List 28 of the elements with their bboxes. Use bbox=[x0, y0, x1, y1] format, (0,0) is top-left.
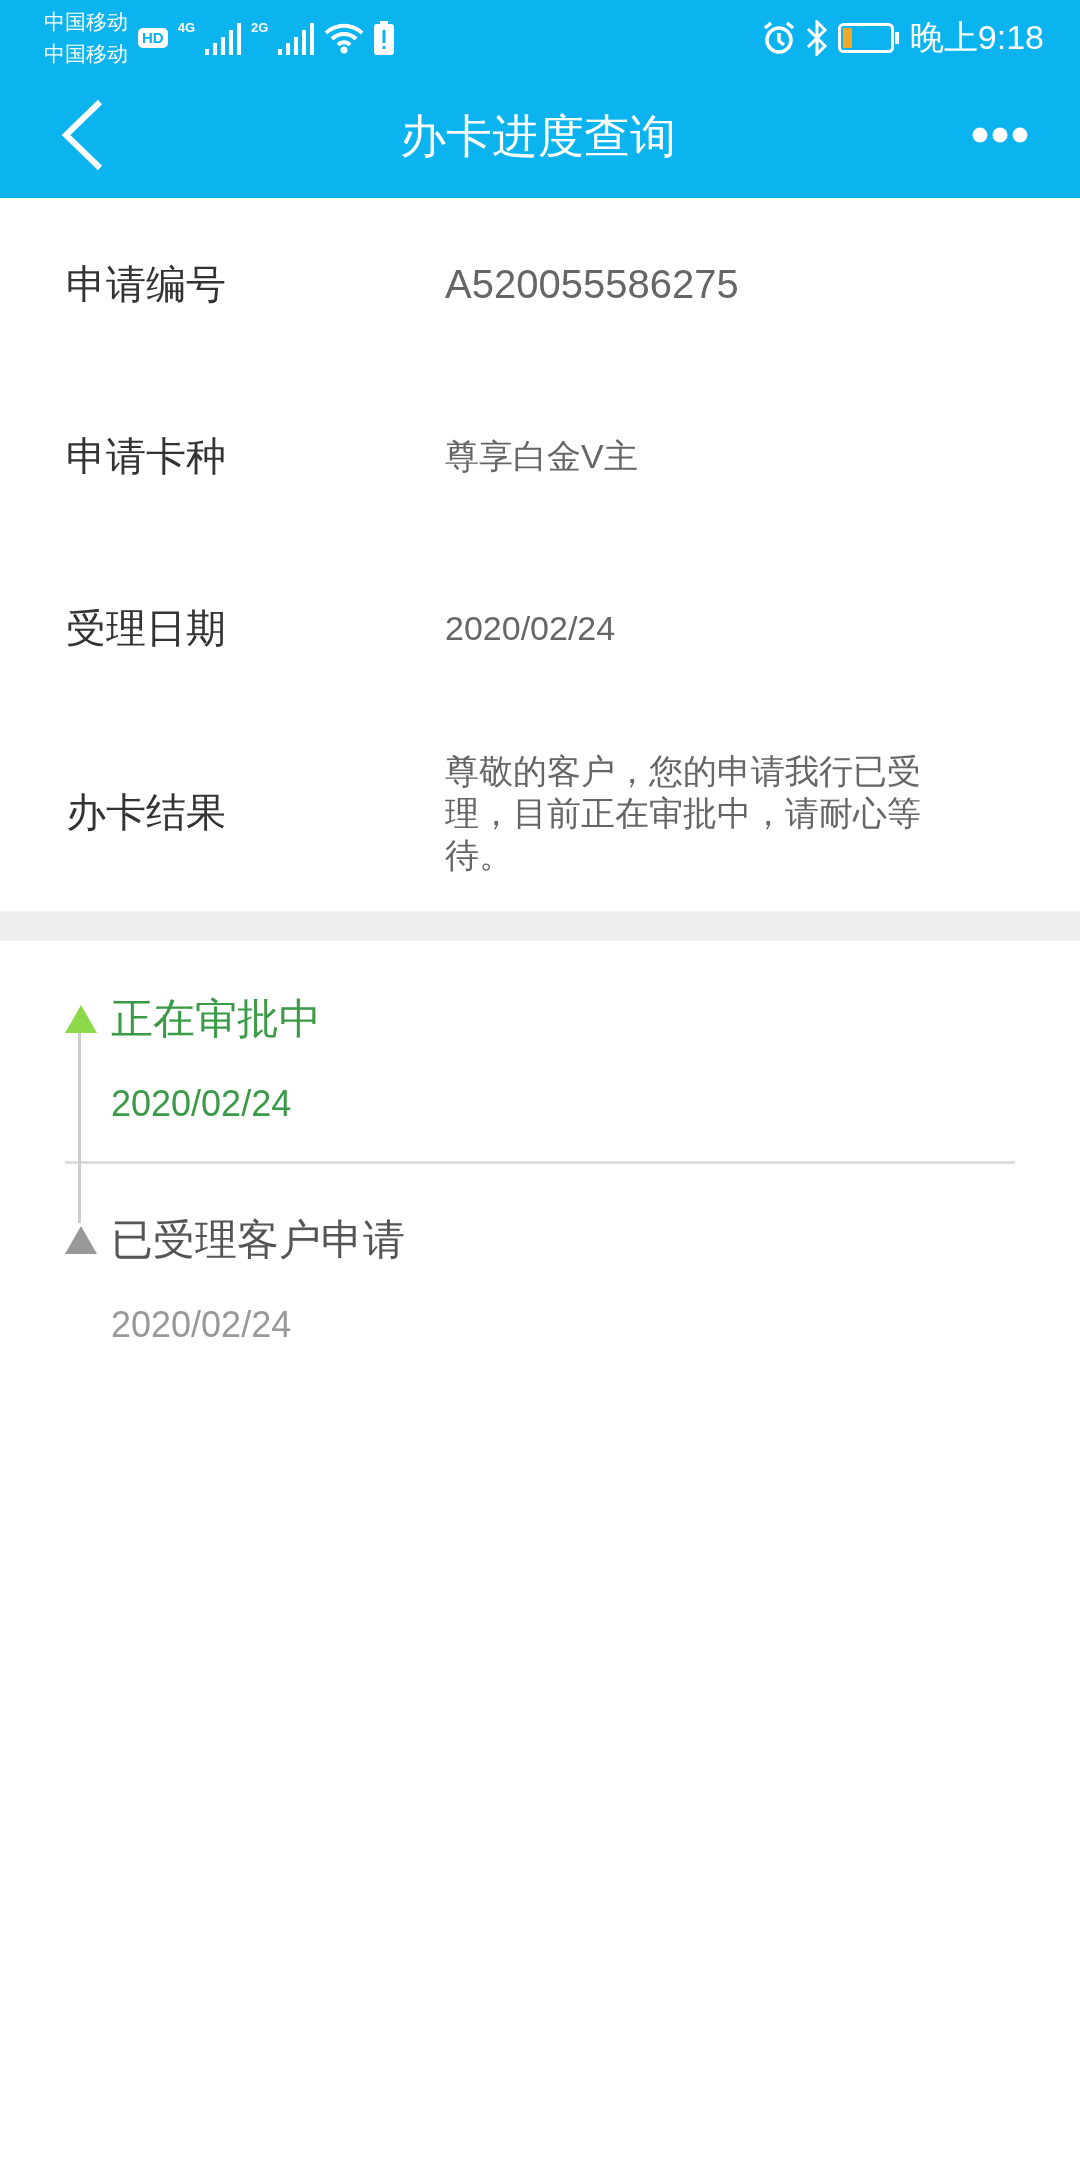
field-value: 尊敬的客户，您的申请我行已受理，目前正在审批中，请耐心等待。 bbox=[445, 750, 922, 876]
status-title: 正在审批中 bbox=[111, 994, 322, 1044]
network-type: 4G bbox=[177, 19, 195, 35]
field-label: 申请编号 bbox=[66, 260, 227, 308]
carrier-name: 中国移动 bbox=[44, 8, 128, 35]
signal-icon bbox=[205, 20, 241, 55]
field-value: 尊享白金V主 bbox=[445, 436, 638, 477]
more-icon bbox=[972, 127, 1028, 143]
back-icon bbox=[60, 99, 104, 171]
status-date: 2020/02/24 bbox=[111, 1304, 293, 1346]
field-value: A520055586275 bbox=[445, 263, 739, 305]
battery-icon bbox=[837, 22, 900, 53]
signal-icon bbox=[278, 20, 315, 55]
field-value: 2020/02/24 bbox=[445, 608, 616, 649]
clock-time: 晚上9:18 bbox=[909, 16, 1044, 58]
status-title: 已受理客户申请 bbox=[111, 1215, 406, 1265]
field-label: 申请卡种 bbox=[66, 432, 227, 480]
carrier-name: 中国移动 bbox=[44, 40, 128, 67]
wifi-icon bbox=[324, 21, 365, 54]
page-title: 办卡进度查询 bbox=[400, 108, 676, 164]
hd-badge: HD bbox=[138, 27, 168, 48]
battery-alert-icon bbox=[374, 20, 395, 55]
network-type: 2G bbox=[251, 19, 269, 35]
alarm-icon bbox=[761, 20, 796, 55]
status-date: 2020/02/24 bbox=[111, 1083, 293, 1125]
bluetooth-icon bbox=[805, 19, 828, 56]
field-label: 受理日期 bbox=[66, 604, 227, 652]
field-label: 办卡结果 bbox=[66, 789, 227, 836]
